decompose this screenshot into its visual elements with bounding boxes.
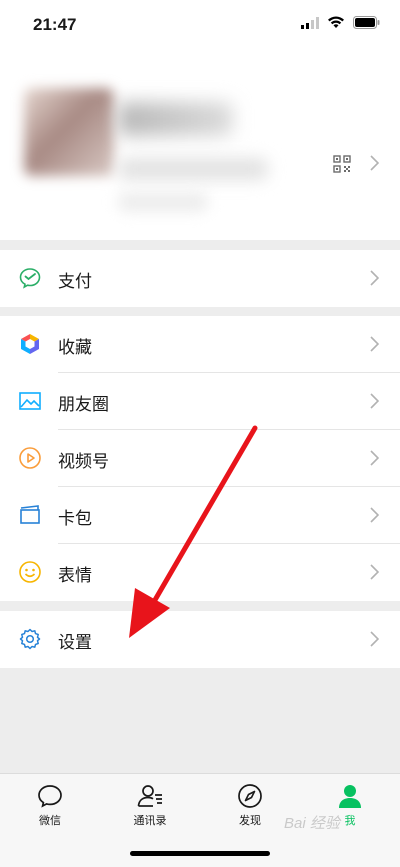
blurred-nickname [118,102,233,136]
settings-icon [19,628,41,650]
chevron-right-icon [370,336,379,352]
menu-item-label: 卡包 [58,509,92,529]
blurred-wechat-id [118,158,268,180]
me-icon [339,785,361,808]
wifi-icon [328,16,344,28]
tab-chats[interactable]: 微信 [15,782,85,828]
chevron-right-icon [370,631,379,647]
battery-icon [353,16,380,29]
card-wallet-icon [20,505,40,524]
pay-icon [19,268,41,289]
menu-item-label: 朋友圈 [58,395,109,415]
chevron-right-icon [370,393,379,409]
contacts-icon [137,785,162,807]
blurred-status [118,192,208,212]
menu-item-label: 支付 [58,272,92,292]
menu-item-moments[interactable]: 朋友圈 [0,373,400,430]
menu-item-channels[interactable]: 视频号 [0,430,400,487]
menu-item-favorites[interactable]: 收藏 [0,316,400,373]
menu-item-label: 收藏 [58,338,92,358]
tab-label: 我 [344,814,356,827]
discover-icon [238,784,262,808]
avatar[interactable] [24,88,114,176]
tab-label: 通讯录 [133,814,167,827]
chevron-right-icon [370,155,379,171]
favorites-icon [21,334,39,354]
menu-item-pay[interactable]: 支付 [0,250,400,307]
home-indicator[interactable] [130,851,270,856]
status-time: 21:47 [33,15,77,34]
profile-header[interactable] [0,50,400,240]
tab-contacts[interactable]: 通讯录 [115,782,185,828]
tab-label: 发现 [239,814,261,827]
menu-item-label: 表情 [58,566,92,586]
watermark-logo: Bai 经验 [284,815,340,832]
tab-label: 微信 [39,814,61,827]
menu-item-settings[interactable]: 设置 [0,611,400,668]
qr-code-icon[interactable] [333,155,351,173]
chevron-right-icon [370,270,379,286]
menu-item-label: 视频号 [58,452,109,472]
chat-icon [38,785,62,808]
status-icons [301,16,380,29]
status-bar: 21:47 [0,0,400,50]
chevron-right-icon [370,450,379,466]
menu-item-card-wallet[interactable]: 卡包 [0,487,400,544]
chevron-right-icon [370,507,379,523]
signal-icon [301,16,319,29]
sticker-icon [19,561,41,583]
menu-item-label: 设置 [58,633,92,653]
chevron-right-icon [370,564,379,580]
tab-discover[interactable]: 发现 [215,782,285,828]
channels-icon [19,447,41,469]
moments-icon [19,392,41,410]
menu-item-stickers[interactable]: 表情 [0,544,400,601]
